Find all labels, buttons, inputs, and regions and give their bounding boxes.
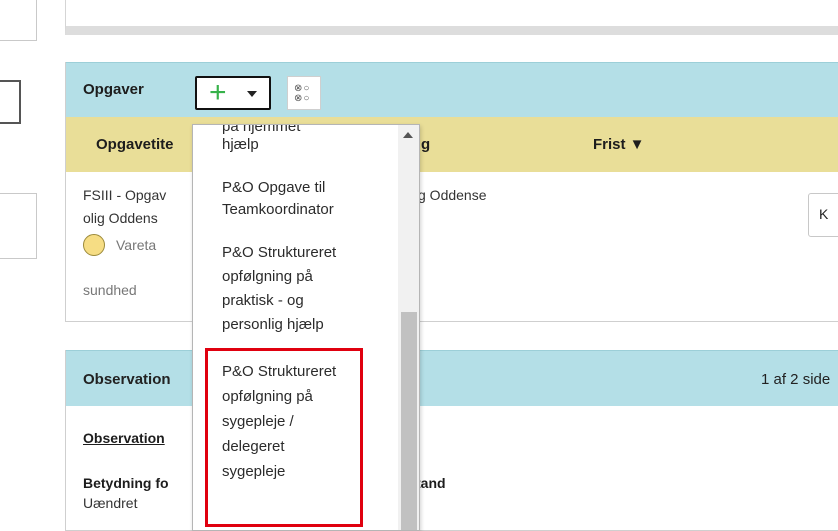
observationer-title: Observation <box>83 371 171 388</box>
page-indicator: 1 af 2 side <box>761 371 831 388</box>
top-card <box>65 0 838 35</box>
observationer-panel: Observation 1 af 2 side Observation Bety… <box>65 350 838 531</box>
field-label: Betydning fo <box>83 475 169 491</box>
menu-item-praktisk-hjaelp[interactable]: P&O Struktureret opfølgning på praktisk … <box>222 242 387 336</box>
plus-icon: + <box>209 76 227 109</box>
status-extra: sundhed <box>83 282 137 298</box>
left-panel-stub-top <box>0 0 37 41</box>
opgaver-header: Opgaver + ⊗○ ⊗○ <box>66 62 838 117</box>
menu-item-teamkoordinator[interactable]: P&O Opgave til Teamkoordinator <box>222 177 387 221</box>
add-task-button[interactable]: + <box>195 76 271 110</box>
observationer-body: Observation Betydning fo tand Uændret <box>66 406 838 526</box>
column-header-title[interactable]: Opgavetite <box>96 136 174 153</box>
checklist-toggle-button[interactable]: ⊗○ ⊗○ <box>287 76 321 110</box>
status-label: Vareta <box>116 237 157 253</box>
left-panel-stub-middle[interactable] <box>0 80 21 124</box>
scrollbar-thumb[interactable] <box>401 312 417 530</box>
opgaver-table-header: Opgavetite g Frist ▼ <box>66 117 838 172</box>
task-title-line: FSIII - Opgav <box>83 187 167 203</box>
menu-item-line: personlig hjælp <box>222 316 324 333</box>
caret-down-icon <box>247 91 257 97</box>
dropdown-scrollbar[interactable] <box>398 125 419 530</box>
left-panel-stub-bottom <box>0 193 37 259</box>
menu-item-line: hjælp <box>222 136 259 153</box>
checklist-toggle-icon: ⊗○ <box>294 93 311 104</box>
field-value: Uændret <box>83 495 138 511</box>
table-row[interactable]: FSIII - Opgav olig Oddens Vareta sundhed… <box>66 172 838 313</box>
opgaver-title: Opgaver <box>83 81 144 98</box>
menu-item-line: P&O Struktureret <box>222 244 337 261</box>
menu-item-line: opfølgning på <box>222 268 313 285</box>
scroll-up-arrow-icon[interactable] <box>403 132 413 138</box>
menu-item-line: på hjemmet <box>222 124 301 134</box>
menu-item-line: Teamkoordinator <box>222 201 334 218</box>
status-dot <box>83 234 105 256</box>
column-header-frist[interactable]: Frist ▼ <box>593 136 645 153</box>
section-heading: Observation <box>83 430 165 446</box>
menu-item-partial[interactable]: på hjemmet hjælp <box>222 124 387 156</box>
task-title-line: olig Oddens <box>83 210 158 226</box>
opgaver-panel: Opgaver + ⊗○ ⊗○ Opgavetite g Frist ▼ FSI… <box>65 62 838 322</box>
column-header-middle[interactable]: g <box>421 136 430 153</box>
task-middle-text: g Oddense <box>418 187 487 203</box>
field-label-tail: tand <box>416 475 446 491</box>
row-action-button[interactable]: K <box>808 193 838 237</box>
observationer-header: Observation 1 af 2 side <box>66 350 838 406</box>
selection-highlight-box <box>205 348 363 527</box>
menu-item-line: P&O Opgave til <box>222 179 326 196</box>
menu-item-line: praktisk - og <box>222 292 304 309</box>
